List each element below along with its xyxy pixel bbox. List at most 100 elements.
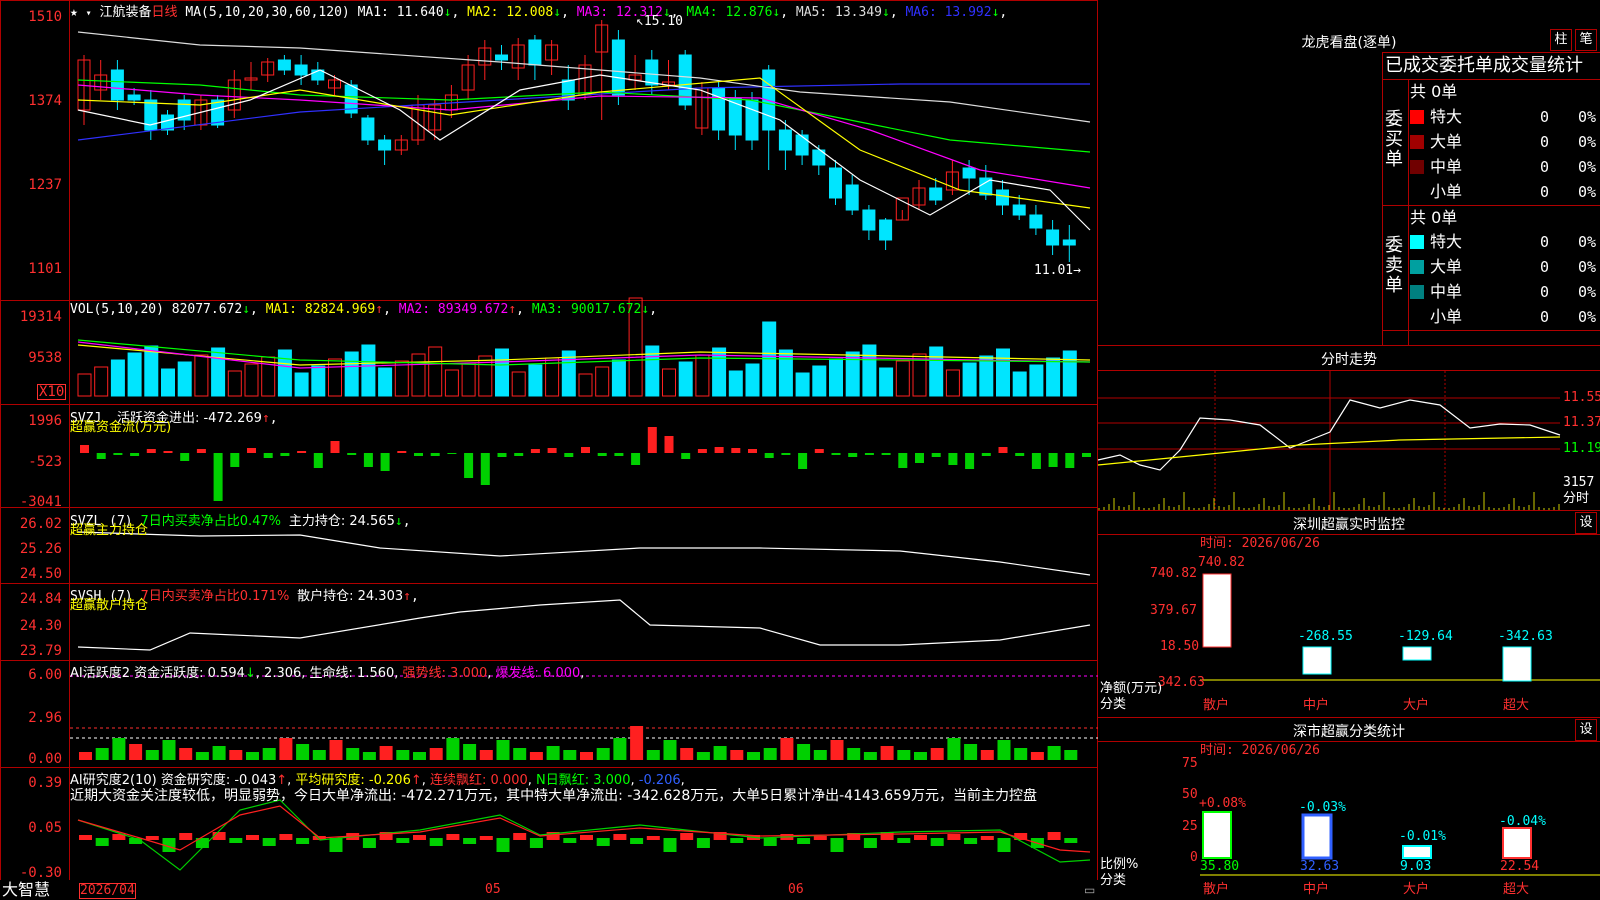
classify-category: 大户 [1403, 882, 1430, 897]
sell-percent: 0% [1578, 258, 1597, 276]
candle-body [996, 189, 1009, 206]
order-type: 大单 [1430, 257, 1463, 276]
ai-research-bar [863, 838, 877, 848]
svzj-bar [397, 451, 407, 453]
monitor-bar [1202, 573, 1232, 648]
fenshi-ytick-1: 11.55 [1563, 390, 1600, 405]
ai-activity-bar [596, 748, 610, 760]
ai-activity-bar [346, 748, 360, 760]
tick-mode-button[interactable]: 笔 [1575, 29, 1597, 51]
dropdown-icon[interactable]: ▾ [86, 8, 92, 19]
ai-research-bar [513, 833, 527, 840]
volume-bar [528, 364, 543, 397]
ai-research-bar [262, 838, 276, 846]
ma-params: MA(5,10,20,30,60,120) [185, 5, 350, 20]
svzj-bar [564, 453, 574, 457]
stock-name[interactable]: 江航装备 [100, 5, 152, 20]
ai-research-bar [680, 833, 694, 840]
candle-body [795, 134, 809, 156]
ai-research-bar [296, 838, 310, 844]
ai-activity-bar [129, 744, 143, 760]
period-label[interactable]: 日线 [152, 5, 178, 20]
svzj-bar [130, 453, 140, 456]
svzj-bar [497, 453, 507, 457]
ai-research-bar [897, 838, 911, 843]
ai-activity-bar [830, 740, 844, 760]
ai-activity-bar [296, 744, 310, 760]
svzj-ytick-3: -3041 [19, 494, 62, 510]
color-swatch [1410, 285, 1424, 299]
classify-bar-change: -0.04% [1499, 814, 1546, 829]
monitor-xlabel: 分类 [1100, 697, 1127, 712]
star-icon[interactable]: ★ [70, 5, 78, 20]
ai-activity-bar [546, 746, 560, 760]
buy-order-label: 委买单 [1385, 109, 1403, 170]
sell-percent: 0% [1578, 308, 1597, 326]
monitor-settings-button[interactable]: 设 [1575, 512, 1597, 534]
ai-activity-bar [379, 746, 393, 760]
svzj-bar [363, 453, 373, 467]
volume-bar [829, 358, 843, 397]
kline-ytick-4: 1101 [28, 261, 62, 277]
ai-activity-bar [847, 748, 861, 760]
ai-research-bar [329, 838, 343, 852]
order-type: 大单 [1430, 132, 1463, 151]
svzj-bar [347, 453, 357, 455]
svzj-bar [998, 447, 1008, 453]
ai2-comment: 近期大资金关注度较低，明显弱势，今日大单净流出: -472.271万元，其中特大… [70, 788, 1037, 804]
volume-bar [495, 348, 509, 397]
ai-research-bar [496, 838, 510, 852]
svzj-bar [597, 453, 607, 456]
sell-order-label: 委卖单 [1385, 235, 1403, 296]
buy-percent: 0% [1578, 133, 1597, 151]
ai-research-bar [663, 838, 677, 852]
sell-total: 共 0单 [1410, 208, 1458, 227]
svzj-bar [781, 453, 791, 455]
ai-activity-bar [897, 750, 911, 760]
volume-bar [979, 355, 994, 397]
buy-percent: 0% [1578, 108, 1597, 126]
volume-bar [695, 354, 710, 397]
monitor-category: 中户 [1303, 698, 1330, 713]
ai-activity-bar [329, 740, 343, 760]
monitor-category: 大户 [1403, 698, 1430, 713]
ai-activity-bar [797, 744, 811, 760]
volume-bar [227, 370, 242, 397]
svzj-bar [697, 449, 707, 453]
ai1-t5: 爆发线: 6.000 [495, 666, 581, 681]
ai-research-bar [580, 835, 593, 840]
ma-value-arrow-1: ↓ [443, 5, 452, 20]
buy-volume: 0 [1540, 158, 1550, 176]
candle-body [829, 167, 842, 199]
classify-settings-button[interactable]: 设 [1575, 719, 1597, 741]
vol-ma-value-2: MA2: 89349.672 [398, 302, 509, 317]
volume-bar [745, 363, 760, 397]
classify-xlabel: 分类 [1100, 873, 1127, 888]
ai-activity-bar [763, 748, 777, 760]
bar-mode-button[interactable]: 柱 [1550, 29, 1572, 51]
sell-percent: 0% [1578, 283, 1597, 301]
svzl-ytick-3: 24.50 [19, 566, 62, 582]
monitor-bar [1402, 646, 1432, 661]
monitor-ytick-3: 18.50 [1160, 639, 1200, 654]
order-type: 中单 [1430, 157, 1463, 176]
sell-volume: 0 [1540, 233, 1550, 251]
svzj-bar [931, 453, 941, 457]
svzj-bar [480, 453, 490, 485]
candle-body [211, 99, 225, 126]
ai1-t4: 强势线: 3.000 [402, 666, 488, 681]
sell-volume: 0 [1540, 283, 1550, 301]
low-price-label: 11.01→ [1034, 263, 1081, 278]
svzj-bar [1082, 453, 1091, 457]
ai2-t4: N日飘红: 3.000 [536, 773, 631, 788]
candle-body [361, 117, 375, 141]
fenshi-ytick-2: 11.37 [1563, 415, 1600, 430]
monitor-bar-value: 740.82 [1198, 555, 1245, 570]
candle-body [862, 209, 876, 231]
ai-research-bar [145, 836, 159, 840]
svsh-text1: 7日内买卖净占比0.171% [140, 589, 290, 604]
volume-bar [344, 351, 359, 397]
lock-icon[interactable]: ▭ [1084, 883, 1095, 897]
svzj-bar [798, 453, 808, 469]
volume-bar [244, 363, 259, 397]
